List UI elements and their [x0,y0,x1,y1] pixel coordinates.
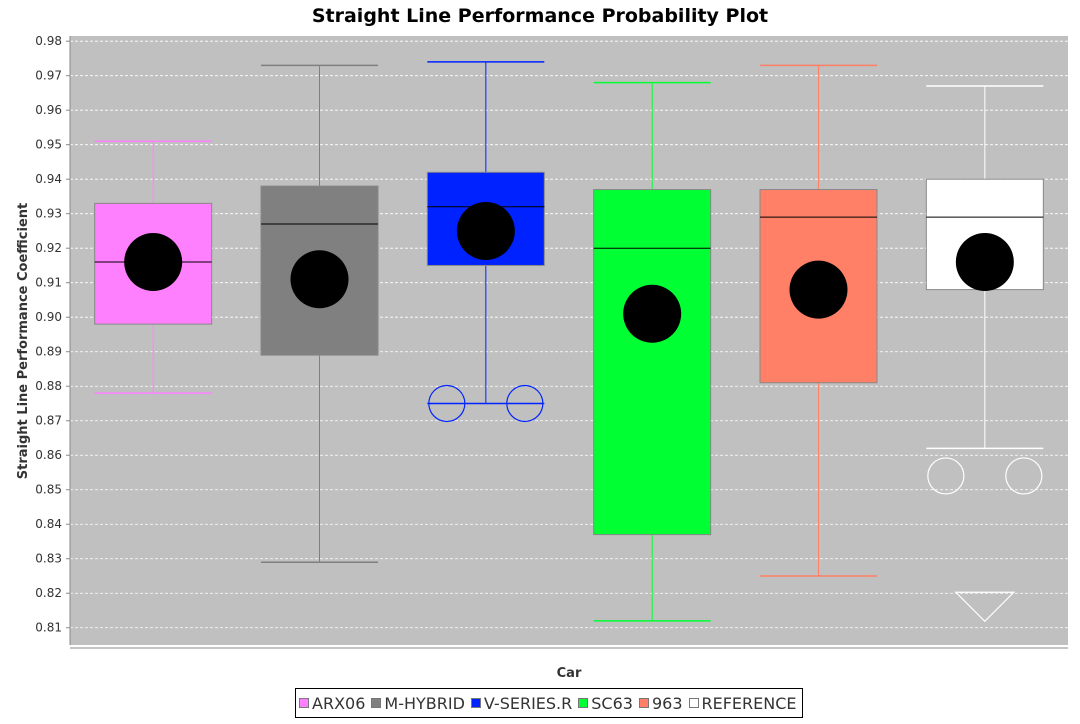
legend-swatch [470,698,481,708]
y-tick-label: 0.87 [35,414,62,428]
mean-marker-v-series-r [456,201,515,260]
plot-area: 0.81 0.82 0.83 0.84 0.85 0.86 0.87 0.88 0.89 0.90… [35,34,1068,649]
chart-legend: ARX06 M-HYBRID V-SERIES.R SC63 963 REFERENCE [295,688,803,718]
legend-swatch [688,698,699,708]
y-tick-label: 0.84 [35,517,62,531]
y-tick-label: 0.95 [35,138,62,152]
legend-swatch [299,698,309,708]
y-tick-label: 0.86 [35,448,62,462]
legend-label: M-HYBRID [384,693,465,713]
mean-marker-963 [789,260,848,319]
mean-marker-m-hybrid [290,250,349,309]
y-tick-label: 0.92 [35,241,62,255]
mean-marker-arx06 [124,233,183,292]
legend-label: V-SERIES.R [483,693,573,713]
y-axis-label: Straight Line Performance Coefficient [16,203,31,479]
legend-swatch [371,698,382,708]
y-tick-label: 0.97 [35,69,62,83]
x-axis-label: Car [557,666,582,681]
legend-item-reference: REFERENCE [688,693,797,713]
mean-marker-reference [955,233,1014,292]
y-tick-label: 0.93 [35,207,62,221]
legend-item-sc63: SC63 [578,694,633,713]
y-tick-label: 0.85 [35,483,62,497]
y-tick-label: 0.81 [35,621,62,635]
legend-label: 963 [651,693,683,713]
chart-title: Straight Line Performance Probability Pl… [312,5,768,27]
y-tick-label: 0.94 [35,172,62,186]
legend-label: SC63 [591,693,633,713]
y-tick-label: 0.98 [35,34,62,48]
mean-marker-sc63 [623,284,682,343]
y-tick-label: 0.89 [35,345,62,359]
y-tick-label: 0.83 [35,552,62,566]
y-tick-label: 0.90 [35,310,62,324]
box-sc63 [593,189,712,536]
y-tick-label: 0.88 [35,379,62,393]
y-tick-label: 0.96 [35,103,62,117]
legend-swatch [578,698,589,708]
y-tick-label: 0.82 [35,586,62,600]
box-plot-chart: Straight Line Performance Probability Pl… [16,5,1068,681]
legend-item-arx06: ARX06 [299,694,365,713]
legend-swatch [638,698,649,708]
legend-label: ARX06 [312,693,366,713]
chart-root: Straight Line Performance Probability Pl… [0,0,1080,720]
legend-item-v-series-r: V-SERIES.R [470,693,573,713]
legend-item-m-hybrid: M-HYBRID [371,694,465,713]
y-tick-label: 0.91 [35,276,62,290]
legend-label: REFERENCE [701,693,797,713]
plot-background [70,36,1068,645]
legend-item-963: 963 [638,693,683,713]
